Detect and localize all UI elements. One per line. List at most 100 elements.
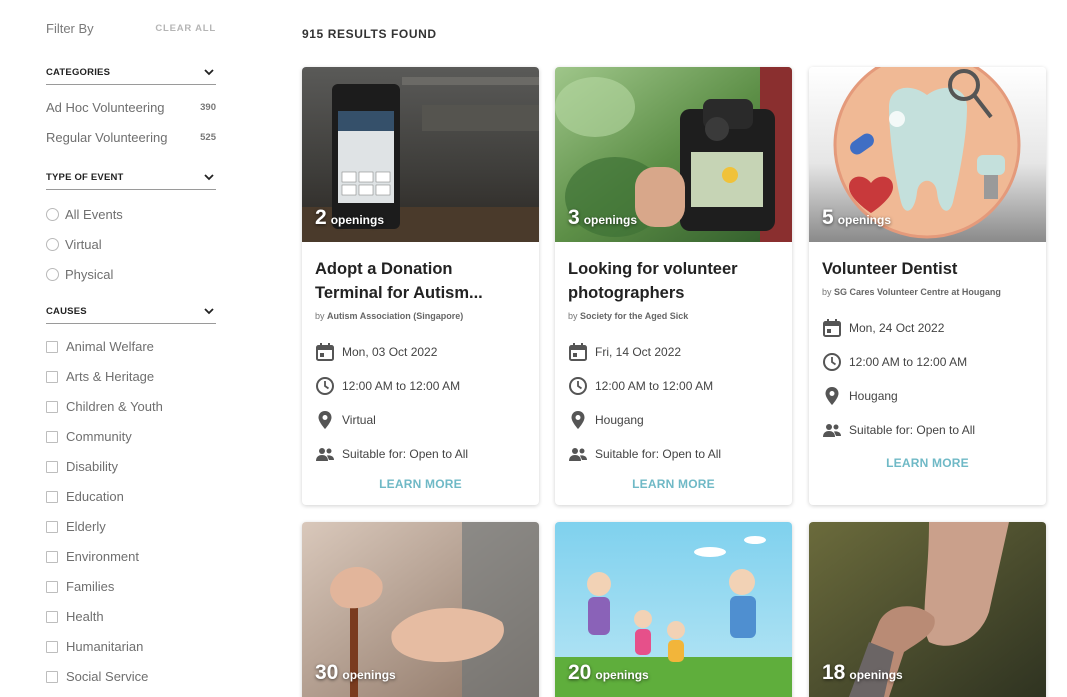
date-text: Mon, 03 Oct 2022 <box>342 345 438 359</box>
opportunity-card[interactable]: 18 openings <box>809 522 1046 697</box>
calendar-icon <box>569 343 587 361</box>
clock-icon <box>569 377 587 395</box>
cause-checkbox-environment[interactable]: Environment <box>46 549 139 564</box>
event-time: 12:00 AM to 12:00 AM <box>315 375 526 397</box>
event-type-radio-all[interactable]: All Events <box>46 207 123 222</box>
checkbox-label: Children & Youth <box>66 399 163 414</box>
event-location: Hougang <box>568 409 779 431</box>
categories-title: CATEGORIES <box>46 67 111 78</box>
checkbox-label: Animal Welfare <box>66 339 154 354</box>
cause-checkbox-humanitarian[interactable]: Humanitarian <box>46 639 143 654</box>
location-pin-icon <box>318 411 332 429</box>
cause-checkbox-families[interactable]: Families <box>46 579 114 594</box>
card-organizer: by SG Cares Volunteer Centre at Hougang <box>822 287 1033 297</box>
category-count: 525 <box>200 132 216 143</box>
openings-badge: 3 openings <box>568 206 637 230</box>
categories-toggle[interactable]: CATEGORIES <box>46 65 216 85</box>
checkbox[interactable] <box>46 640 58 653</box>
checkbox-label: Social Service <box>66 669 149 684</box>
learn-more-link[interactable]: LEARN MORE <box>315 477 526 491</box>
cause-checkbox-disability[interactable]: Disability <box>46 459 118 474</box>
cause-checkbox-animal-welfare[interactable]: Animal Welfare <box>46 339 154 354</box>
card-title[interactable]: Adopt a Donation Terminal for Autism... <box>315 257 526 305</box>
clear-all-button[interactable]: CLEAR ALL <box>155 23 216 34</box>
cause-checkbox-health[interactable]: Health <box>46 609 104 624</box>
opportunity-card[interactable]: 20 openings <box>555 522 792 697</box>
checkbox-label: Community <box>66 429 132 444</box>
checkbox[interactable] <box>46 400 58 413</box>
checkbox[interactable] <box>46 520 58 533</box>
category-label: Regular Volunteering <box>46 130 168 145</box>
checkbox-label: Elderly <box>66 519 106 534</box>
checkbox-label: Health <box>66 609 104 624</box>
radio-button[interactable] <box>46 268 59 281</box>
suitable-text: Suitable for: Open to All <box>595 447 722 461</box>
cause-checkbox-elderly[interactable]: Elderly <box>46 519 106 534</box>
time-text: 12:00 AM to 12:00 AM <box>342 379 461 393</box>
time-text: 12:00 AM to 12:00 AM <box>849 355 968 369</box>
checkbox-label: Arts & Heritage <box>66 369 155 384</box>
learn-more-link[interactable]: LEARN MORE <box>568 477 779 491</box>
checkbox[interactable] <box>46 670 58 683</box>
opportunity-card[interactable]: 2 openings Adopt a Donation Terminal for A… <box>302 67 539 505</box>
card-title[interactable]: Looking for volunteer photographers <box>568 257 779 305</box>
radio-label: Virtual <box>65 237 102 252</box>
event-type-radio-virtual[interactable]: Virtual <box>46 237 102 252</box>
openings-badge: 20 openings <box>568 661 649 685</box>
opportunity-card[interactable]: 5 openings Volunteer Dentist by SG Cares … <box>809 67 1046 505</box>
openings-badge: 18 openings <box>822 661 903 685</box>
category-item-ad-hoc[interactable]: Ad Hoc Volunteering 390 <box>46 100 216 115</box>
card-title-line: photographers <box>568 284 685 302</box>
by-label: by <box>568 311 578 321</box>
openings-label: openings <box>330 213 385 227</box>
event-type-radio-physical[interactable]: Physical <box>46 267 113 282</box>
chevron-down-icon <box>204 174 214 181</box>
checkbox[interactable] <box>46 370 58 383</box>
location-text: Hougang <box>595 413 644 427</box>
radio-button[interactable] <box>46 238 59 251</box>
card-image: 18 openings <box>809 522 1046 697</box>
card-title-line: Adopt a Donation <box>315 260 453 278</box>
openings-label: openings <box>837 213 892 227</box>
card-image: 3 openings <box>555 67 792 242</box>
openings-label: openings <box>595 668 649 682</box>
checkbox[interactable] <box>46 430 58 443</box>
cause-checkbox-arts-heritage[interactable]: Arts & Heritage <box>46 369 154 384</box>
cause-checkbox-community[interactable]: Community <box>46 429 132 444</box>
date-text: Fri, 14 Oct 2022 <box>595 345 682 359</box>
card-image: 30 openings <box>302 522 539 697</box>
openings-badge: 5 openings <box>822 206 891 230</box>
checkbox[interactable] <box>46 580 58 593</box>
checkbox[interactable] <box>46 610 58 623</box>
radio-button[interactable] <box>46 208 59 221</box>
radio-label: All Events <box>65 207 123 222</box>
checkbox-label: Disability <box>66 459 119 474</box>
suitable-text: Suitable for: Open to All <box>849 423 976 437</box>
category-item-regular[interactable]: Regular Volunteering 525 <box>46 130 216 145</box>
checkbox[interactable] <box>46 460 58 473</box>
cause-checkbox-social-service[interactable]: Social Service <box>46 669 148 684</box>
event-suitability: Suitable for: Open to All <box>315 443 526 465</box>
suitable-text: Suitable for: Open to All <box>342 447 469 461</box>
event-time: 12:00 AM to 12:00 AM <box>568 375 779 397</box>
type-of-event-toggle[interactable]: TYPE OF EVENT <box>46 170 216 190</box>
checkbox-label: Education <box>66 489 124 504</box>
openings-count: 3 <box>568 206 580 229</box>
opportunity-card[interactable]: 30 openings <box>302 522 539 697</box>
causes-title: CAUSES <box>46 306 87 317</box>
causes-toggle[interactable]: CAUSES <box>46 304 216 324</box>
card-image: 2 openings <box>302 67 539 242</box>
cause-checkbox-education[interactable]: Education <box>46 489 124 504</box>
card-title[interactable]: Volunteer Dentist <box>822 257 1033 281</box>
radio-label: Physical <box>65 267 114 282</box>
event-time: 12:00 AM to 12:00 AM <box>822 351 1033 373</box>
cause-checkbox-children-youth[interactable]: Children & Youth <box>46 399 163 414</box>
checkbox[interactable] <box>46 550 58 563</box>
opportunity-card[interactable]: 3 openings Looking for volunteer photograp… <box>555 67 792 505</box>
learn-more-link[interactable]: LEARN MORE <box>822 456 1033 470</box>
event-date: Fri, 14 Oct 2022 <box>568 341 779 363</box>
organizer-name: Society for the Aged Sick <box>580 311 689 321</box>
checkbox[interactable] <box>46 340 58 353</box>
card-image: 20 openings <box>555 522 792 697</box>
checkbox[interactable] <box>46 490 58 503</box>
